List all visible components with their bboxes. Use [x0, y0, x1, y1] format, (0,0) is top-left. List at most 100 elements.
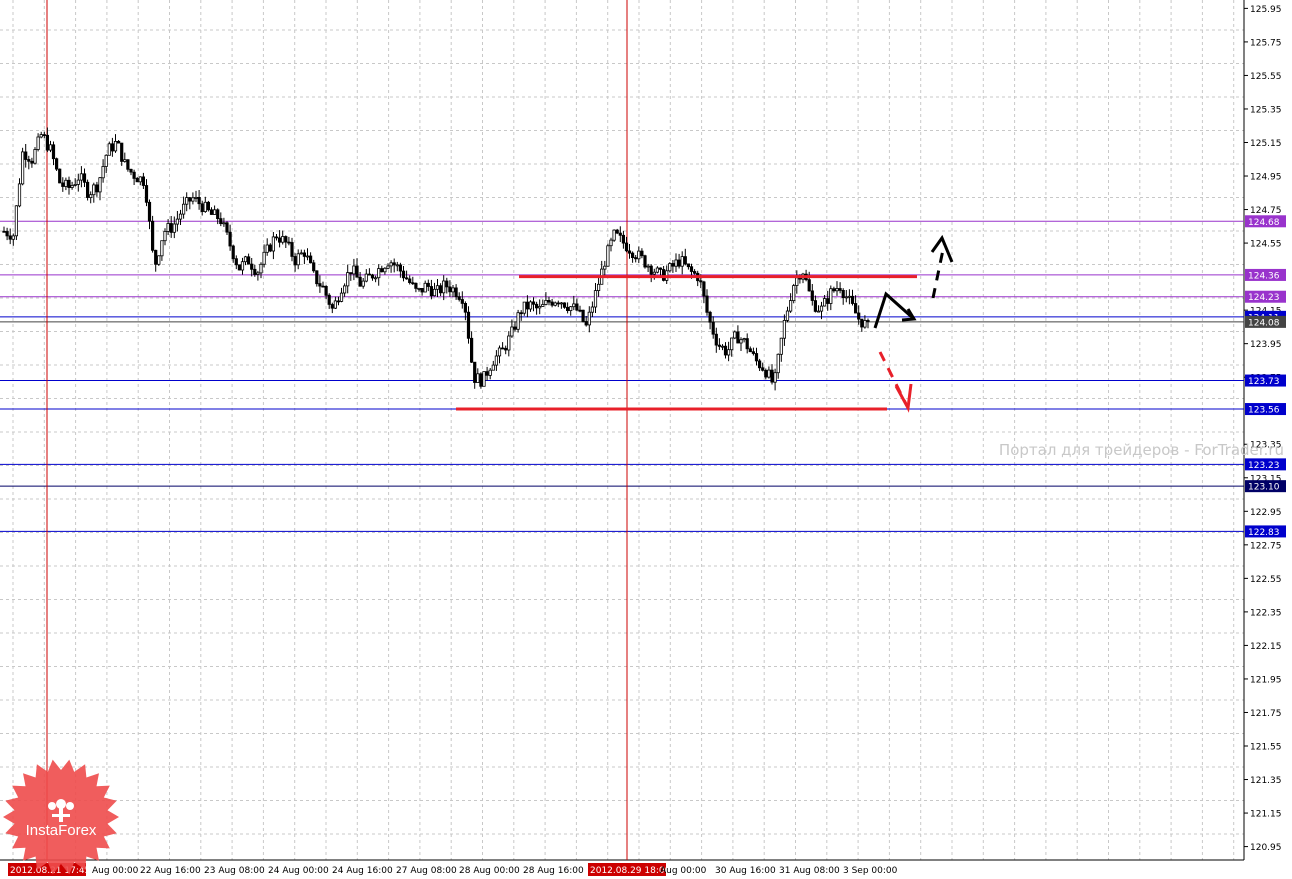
- candle-body: [643, 255, 647, 268]
- candle-body: [17, 183, 22, 207]
- candle-body: [671, 263, 675, 267]
- candle-body: [129, 168, 133, 173]
- price-chart: 125.95 125.75 125.55 125.35 125.15 124.95 124.…: [0, 0, 1292, 879]
- candle-body: [373, 277, 378, 280]
- candle-body: [45, 134, 50, 151]
- candle-body: [547, 299, 551, 303]
- candle-body: [748, 348, 752, 353]
- candle-body: [504, 347, 508, 351]
- candle-body: [773, 372, 777, 383]
- candle-body: [479, 373, 483, 387]
- level-label: 123.56: [1248, 406, 1280, 416]
- candle-body: [92, 184, 96, 196]
- x-tick-label: 2012.08.29 18:00: [590, 866, 671, 876]
- y-tick-label: 122.55: [1250, 575, 1282, 585]
- candle-body: [126, 159, 130, 170]
- candle-body: [141, 176, 145, 186]
- candle-body: [76, 179, 80, 185]
- candle-body: [117, 140, 121, 144]
- y-tick-label: 125.75: [1250, 38, 1282, 48]
- candle-body: [61, 182, 65, 187]
- candle-body: [438, 285, 443, 294]
- candle-body: [807, 279, 811, 292]
- candle-body: [312, 262, 316, 272]
- candle-body: [58, 168, 62, 184]
- y-tick-label: 125.35: [1250, 105, 1282, 115]
- candle-body: [429, 286, 434, 297]
- candle-body: [544, 299, 548, 305]
- candle-body: [702, 281, 706, 297]
- candle-body: [832, 288, 836, 292]
- candle-body: [206, 201, 210, 211]
- candle-body: [705, 295, 709, 313]
- candle-body: [590, 306, 595, 313]
- candle-body: [318, 283, 322, 287]
- candle-body: [36, 136, 40, 150]
- candle-body: [745, 338, 749, 350]
- candle-body: [120, 142, 124, 162]
- candle-body: [225, 222, 229, 233]
- candle-body: [624, 242, 629, 252]
- candle-body: [237, 264, 241, 271]
- candle-body: [8, 235, 12, 240]
- candle-body: [377, 268, 381, 279]
- candle-body: [277, 237, 282, 243]
- candle-body: [863, 320, 867, 328]
- candle-body: [847, 295, 852, 298]
- candle-body: [336, 300, 341, 303]
- x-tick-label: 24 Aug 16:00: [332, 866, 393, 876]
- candle-body: [553, 302, 557, 306]
- candle-body: [442, 280, 446, 294]
- y-tick-label: 125.55: [1250, 72, 1282, 82]
- candle-body: [138, 176, 142, 183]
- candle-body: [132, 171, 136, 179]
- candle-body: [816, 310, 821, 313]
- x-tick-label: 28 Aug 16:00: [523, 866, 584, 876]
- x-tick-label: 3 Sep 00:00: [843, 866, 898, 876]
- candle-body: [327, 294, 331, 305]
- candle-body: [575, 303, 579, 311]
- y-tick-label: 125.15: [1250, 139, 1282, 149]
- candle-body: [432, 288, 437, 297]
- candle-body: [308, 255, 313, 264]
- candle-body: [349, 272, 353, 275]
- candle-body: [64, 179, 68, 187]
- candle-body: [42, 134, 46, 137]
- candle-body: [510, 326, 514, 337]
- candle-body: [287, 241, 291, 244]
- x-tick-label: 24 Aug 00:00: [268, 866, 329, 876]
- candle-body: [163, 230, 167, 242]
- candle-body: [689, 266, 694, 272]
- level-label: 124.68: [1248, 218, 1280, 228]
- candle-body: [231, 245, 235, 260]
- candle-body: [668, 263, 672, 272]
- y-tick-label: 120.95: [1250, 843, 1282, 853]
- y-tick-label: 122.75: [1250, 541, 1282, 551]
- y-tick-label: 124.75: [1250, 206, 1282, 216]
- x-tick-label: 27 Aug 08:00: [396, 866, 457, 876]
- candle-body: [166, 223, 170, 232]
- y-tick-label: 122.35: [1250, 608, 1282, 618]
- candle-body: [144, 185, 149, 203]
- candle-body: [157, 255, 161, 265]
- candle-body: [383, 267, 387, 273]
- candle-body: [829, 288, 833, 304]
- candle-body: [451, 287, 455, 293]
- candle-body: [469, 337, 474, 363]
- candle-body: [30, 160, 34, 164]
- candle-body: [792, 285, 796, 302]
- candle-body: [209, 209, 214, 215]
- candle-body: [178, 213, 183, 220]
- candle-body: [680, 256, 684, 267]
- candle-body: [181, 203, 186, 215]
- level-label: 123.10: [1248, 483, 1280, 493]
- candle-body: [296, 253, 300, 266]
- candle-body: [566, 306, 570, 311]
- candle-body: [5, 231, 9, 237]
- candle-body: [219, 218, 223, 225]
- candle-body: [203, 201, 207, 213]
- candle-body: [101, 166, 105, 179]
- candle-body: [717, 344, 722, 347]
- candle-body: [819, 305, 824, 312]
- candle-body: [550, 301, 554, 306]
